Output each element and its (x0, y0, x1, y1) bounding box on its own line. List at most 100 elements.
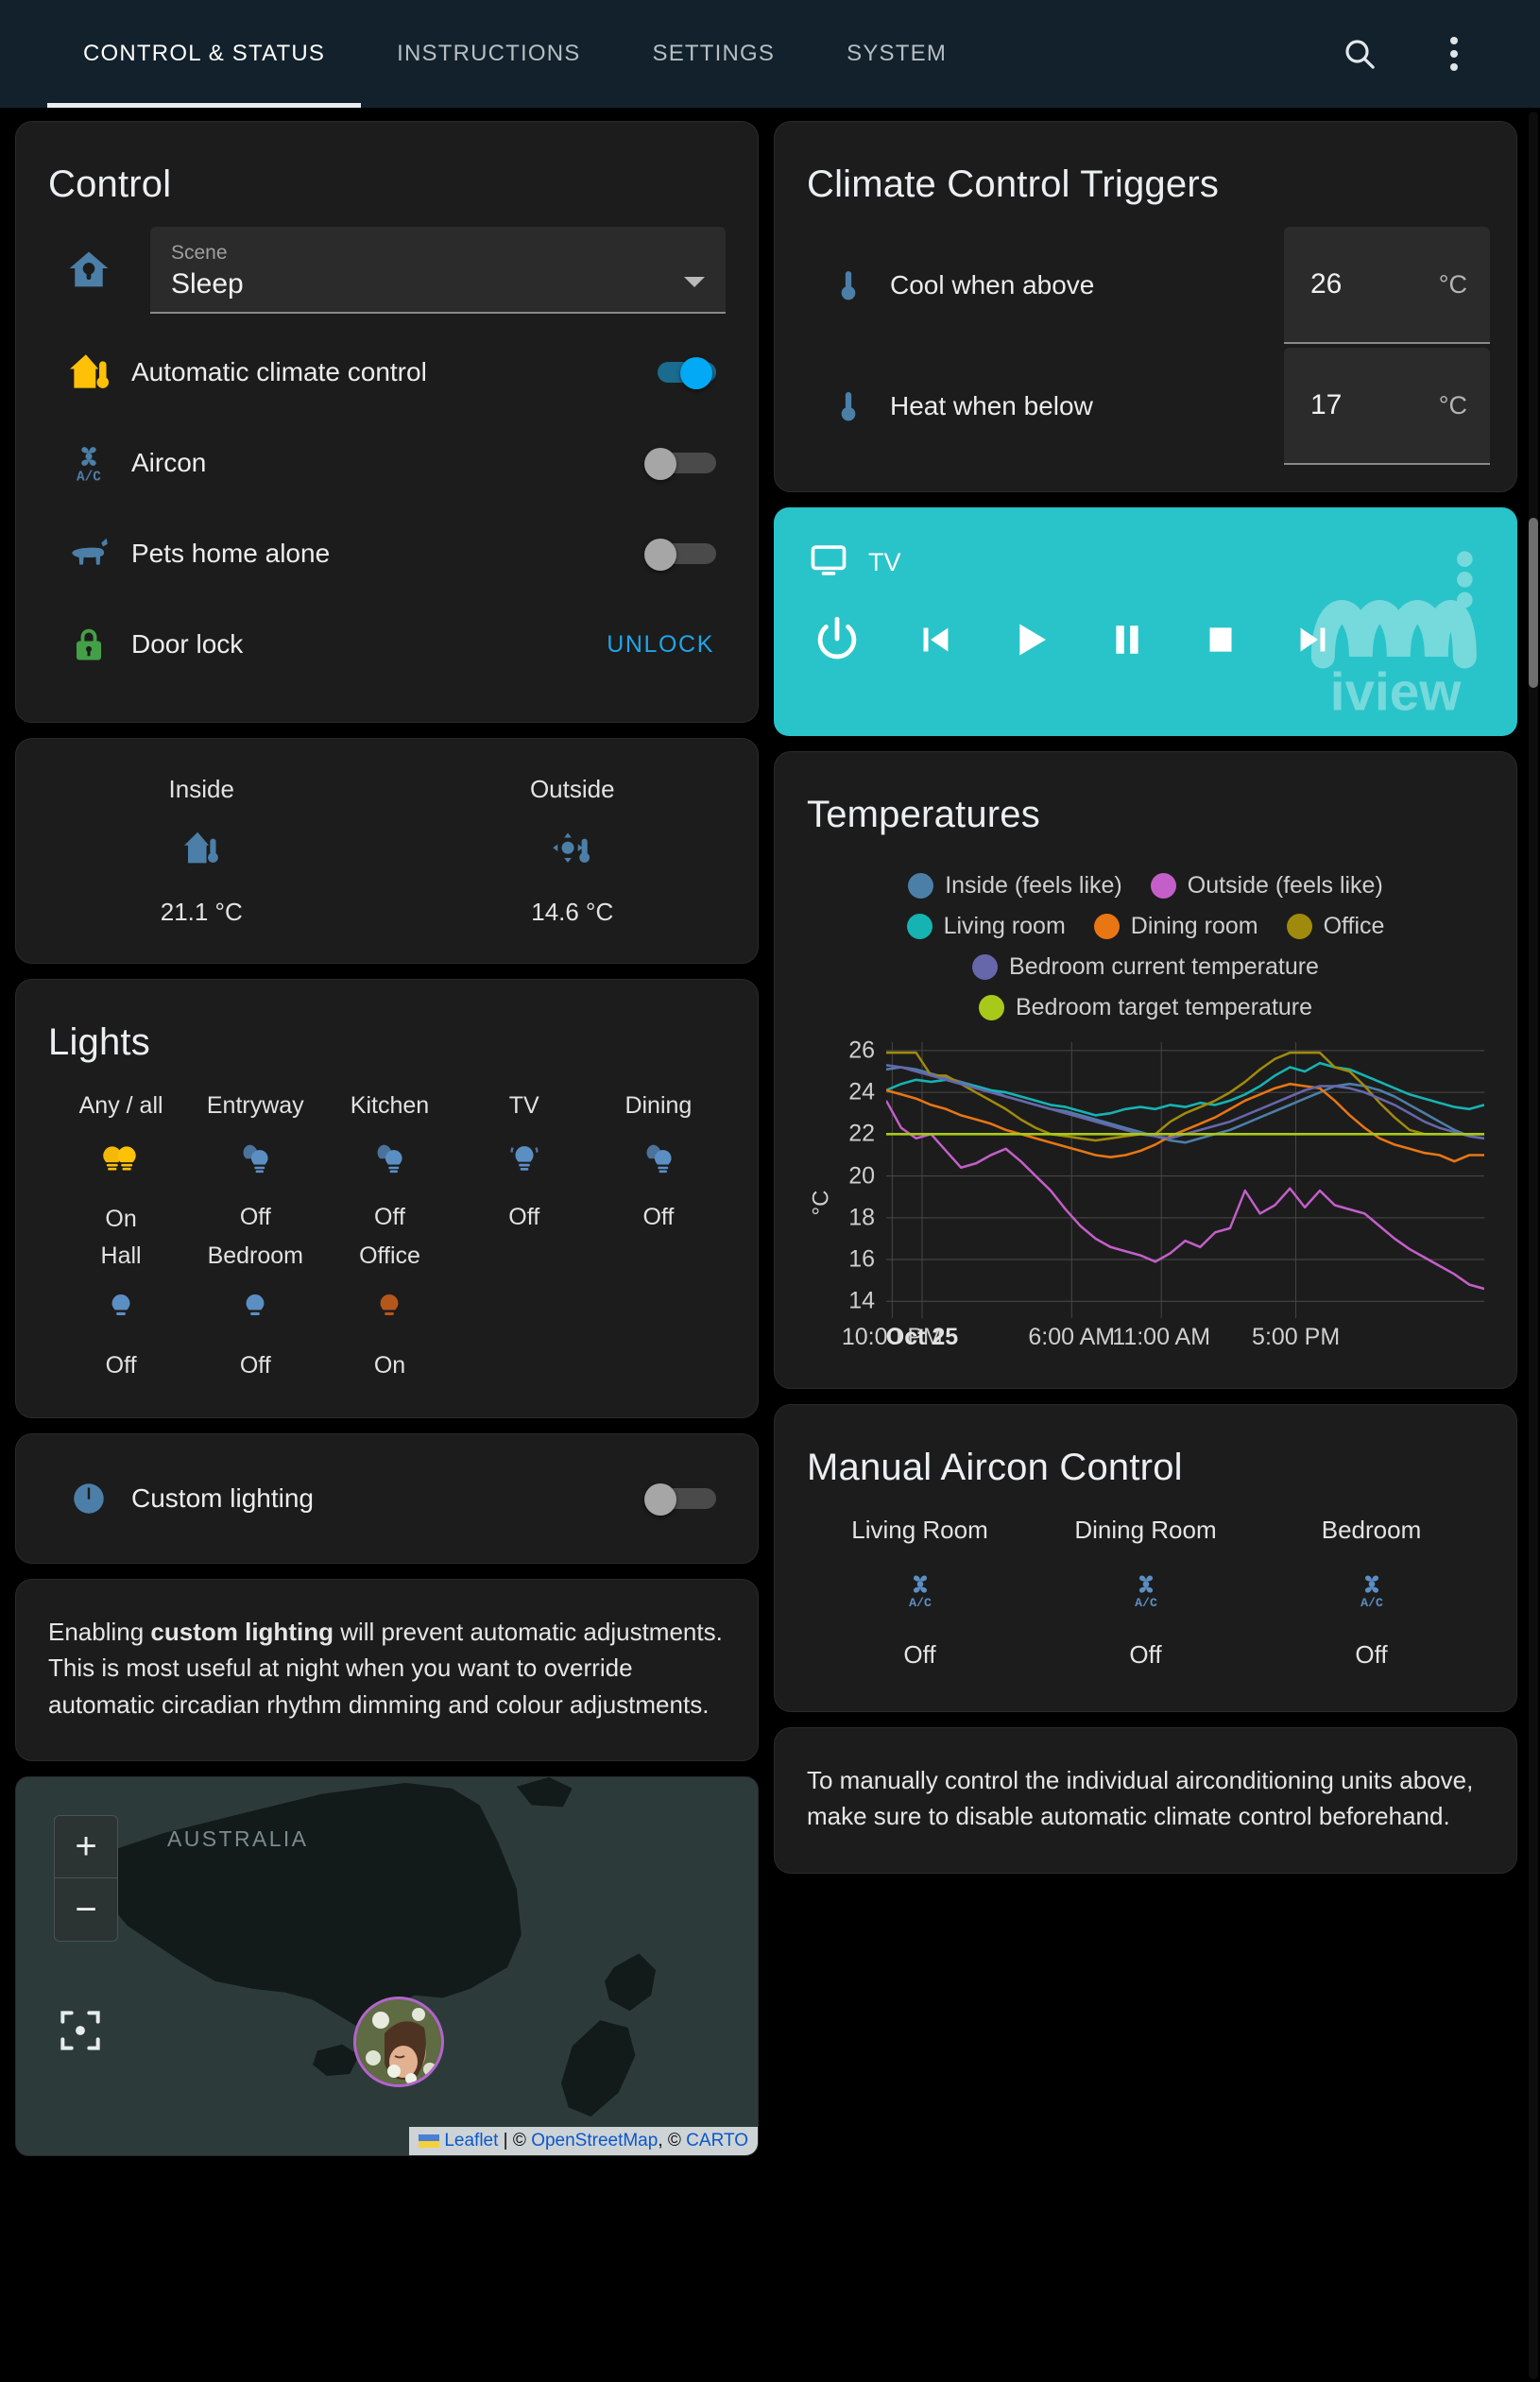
page-scrollbar[interactable] (1529, 111, 1538, 2379)
legend-item-inside-feels-like[interactable]: Inside (feels like) (908, 872, 1122, 900)
row-door-lock[interactable]: Door lock UNLOCK (48, 599, 726, 690)
lightbulb-multiple-off-icon (504, 1139, 545, 1185)
aircon-unit-bedroom[interactable]: Bedroom A/C Off (1258, 1516, 1484, 1670)
control-card-title: Control (48, 163, 172, 205)
inside-label: Inside (168, 775, 234, 803)
home-thermometer-icon (48, 349, 129, 396)
light-office[interactable]: Office On (322, 1242, 456, 1380)
automatic-climate-control-toggle[interactable] (644, 357, 716, 389)
manual-aircon-note-card: To manually control the individual airco… (774, 1727, 1517, 1874)
svg-text:A/C: A/C (1360, 1596, 1383, 1610)
overflow-menu-icon[interactable] (1429, 28, 1480, 79)
tab-bar: CONTROL & STATUS INSTRUCTIONS SETTINGS S… (47, 0, 1334, 108)
scene-row: Scene Sleep (48, 227, 726, 314)
aircon-toggle[interactable] (644, 448, 716, 480)
play-button[interactable] (1006, 615, 1055, 664)
search-icon[interactable] (1334, 28, 1385, 79)
aircon-unit-state: Off (1129, 1640, 1162, 1669)
legend-item-dining-room[interactable]: Dining room (1093, 913, 1258, 940)
chart-svg (884, 1042, 1485, 1318)
light-tv[interactable]: TV Off (457, 1092, 591, 1233)
dashboard: Control Scene Sleep Automatic climate co… (0, 108, 1540, 2157)
row-aircon[interactable]: A/C Aircon (48, 418, 726, 508)
openstreetmap-link[interactable]: OpenStreetMap (531, 2131, 658, 2151)
unlock-button[interactable]: UNLOCK (607, 631, 726, 659)
manual-aircon-title: Manual Aircon Control (807, 1447, 1183, 1488)
legend-swatch (906, 914, 933, 939)
aircon-unit-living-room[interactable]: Living Room A/C Off (807, 1516, 1033, 1670)
chart-y-tick: 22 (848, 1120, 875, 1147)
legend-item-outside-feels-like[interactable]: Outside (feels like) (1150, 872, 1383, 900)
chart-x-tick: Oct 25 (885, 1324, 959, 1350)
carto-link[interactable]: CARTO (686, 2131, 748, 2151)
row-label: Pets home alone (131, 539, 331, 568)
previous-track-button[interactable] (914, 618, 957, 661)
svg-text:A/C: A/C (909, 1596, 932, 1610)
legend-label: Office (1323, 913, 1385, 939)
custom-lighting-toggle[interactable] (644, 1483, 716, 1516)
tab-control-status[interactable]: CONTROL & STATUS (47, 0, 362, 108)
light-hall[interactable]: Hall Off (54, 1242, 188, 1380)
legend-item-living-room[interactable]: Living room (906, 913, 1066, 940)
temperature-chart[interactable]: °C 14 16 18 20 22 24 26 10:00 PM Oct 25 6:00 AM 1… (799, 1037, 1492, 1363)
light-name: Hall (100, 1242, 142, 1269)
tab-label: SYSTEM (847, 41, 948, 66)
cool-when-above-input[interactable]: 26 °C (1284, 227, 1490, 344)
map-landmass (16, 1777, 758, 2151)
light-bedroom[interactable]: Bedroom Off (188, 1242, 322, 1380)
tab-instructions[interactable]: INSTRUCTIONS (361, 0, 616, 108)
power-button[interactable] (810, 612, 864, 667)
row-label: Aircon (131, 448, 207, 477)
inside-outside-card: Inside 21.1 °C Outside 14.6 °C (15, 738, 759, 964)
tab-settings[interactable]: SETTINGS (617, 0, 812, 108)
legend-item-bedroom-current-temperature[interactable]: Bedroom current temperature (972, 953, 1319, 981)
light-name: TV (508, 1092, 539, 1119)
map-attribution: Leaflet | © OpenStreetMap, © CARTO (409, 2127, 758, 2156)
light-entryway[interactable]: Entryway Off (188, 1092, 322, 1233)
aircon-unit-dining-room[interactable]: Dining Room A/C Off (1033, 1516, 1258, 1670)
legend-label: Inside (feels like) (945, 872, 1122, 899)
light-dining[interactable]: Dining Off (591, 1092, 726, 1233)
map-zoom-in-button[interactable]: + (55, 1816, 117, 1879)
light-name: Any / all (78, 1092, 163, 1119)
tab-label: INSTRUCTIONS (397, 41, 581, 66)
map-zoom-out-button[interactable]: − (55, 1878, 117, 1941)
legend-item-bedroom-target-temperature[interactable]: Bedroom target temperature (978, 994, 1312, 1021)
legend-item-office[interactable]: Office (1286, 913, 1385, 940)
location-map-card[interactable]: AUSTRALIA + − Leaflet | © OpenStreetMap,… (15, 1776, 759, 2157)
chevron-down-icon (684, 277, 705, 287)
pause-button[interactable] (1104, 617, 1150, 662)
person-avatar[interactable] (353, 1996, 444, 2088)
lightbulb-group-on-icon (99, 1139, 143, 1187)
row-pets-home-alone[interactable]: Pets home alone (48, 508, 726, 599)
aircon-unit-state: Off (903, 1640, 936, 1669)
temperatures-title: Temperatures (807, 794, 1040, 835)
attrib-copyright-2: © (667, 2131, 687, 2151)
heat-when-below-row: Heat when below 17 °C (807, 346, 1490, 467)
row-automatic-climate-control[interactable]: Automatic climate control (48, 327, 726, 418)
temperatures-card: Temperatures Inside (feels like) Outside… (774, 751, 1517, 1389)
crosshairs-gps-icon[interactable] (54, 2004, 107, 2057)
lights-card: Lights Any / all On Entryway Off Kitchen… (15, 979, 759, 1418)
stop-button[interactable] (1199, 618, 1242, 661)
aircon-unit-name: Living Room (851, 1516, 988, 1544)
legend-swatch (1286, 914, 1312, 939)
tv-media-card[interactable]: TV iview (774, 507, 1517, 736)
outside-label: Outside (529, 775, 615, 803)
custom-lighting-note-card: Enabling custom lighting will prevent au… (15, 1579, 759, 1762)
scene-select[interactable]: Scene Sleep (150, 227, 726, 314)
home-thermometer-icon (180, 827, 223, 875)
leaflet-link[interactable]: Leaflet (444, 2131, 498, 2151)
lights-grid: Any / all On Entryway Off Kitchen Off TV… (54, 1092, 726, 1380)
light-any-all[interactable]: Any / all On (54, 1092, 188, 1233)
light-kitchen[interactable]: Kitchen Off (322, 1092, 456, 1233)
legend-swatch (978, 995, 1004, 1020)
heat-when-below-input[interactable]: 17 °C (1284, 348, 1490, 465)
row-custom-lighting[interactable]: Custom lighting (48, 1459, 726, 1538)
tab-system[interactable]: SYSTEM (811, 0, 983, 108)
pets-home-alone-toggle[interactable] (644, 539, 716, 571)
chart-legend: Inside (feels like) Outside (feels like)… (799, 851, 1492, 1042)
lightbulb-group-off-icon (638, 1139, 679, 1185)
legend-label: Bedroom current temperature (1009, 953, 1319, 980)
air-conditioner-icon: A/C (1125, 1569, 1167, 1616)
